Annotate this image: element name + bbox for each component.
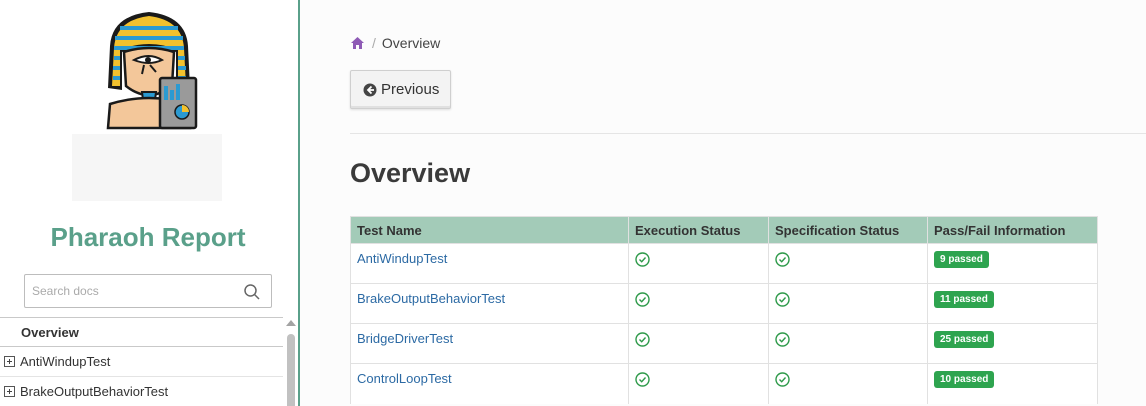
pharaoh-logo [106, 12, 198, 130]
table-row: AntiWindupTest 9 passed [350, 243, 1098, 274]
sidebar-item-label: AntiWindupTest [20, 354, 111, 369]
breadcrumb: / Overview [350, 35, 440, 51]
specification-status-cell [768, 363, 928, 394]
search-input[interactable] [25, 275, 235, 307]
arrow-circle-left-icon [363, 83, 377, 96]
specification-status-cell [768, 323, 928, 354]
specification-status-cell [768, 283, 928, 314]
check-circle-icon [635, 252, 650, 267]
breadcrumb-separator: / [372, 35, 376, 51]
project-name[interactable]: Pharaoh Report [0, 222, 296, 253]
sidebar-item-brakeoutputbehaviortest[interactable]: BrakeOutputBehaviorTest [0, 377, 283, 406]
search-box[interactable] [24, 274, 272, 308]
table-header-row: Test Name Execution Status Specification… [350, 216, 1098, 244]
passed-badge: 25 passed [934, 330, 995, 348]
sidebar-scrollbar[interactable] [285, 318, 297, 406]
passed-badge: 9 passed [934, 250, 989, 268]
check-circle-icon [635, 292, 650, 307]
test-link[interactable]: BridgeDriverTest [357, 331, 453, 346]
test-link[interactable]: AntiWindupTest [357, 251, 447, 266]
sidebar-item-antiwinduptest[interactable]: AntiWindupTest [0, 347, 283, 377]
logo-placeholder [72, 134, 222, 201]
row-spacer [350, 273, 1098, 284]
row-spacer [350, 393, 1098, 404]
pass-fail-cell: 9 passed [927, 243, 1098, 274]
sidebar-nav: Overview AntiWindupTest BrakeOutputBehav… [0, 317, 283, 406]
test-name-cell: BridgeDriverTest [350, 323, 629, 354]
row-spacer [350, 313, 1098, 324]
check-circle-icon [775, 372, 790, 387]
sidebar-item-label: Overview [21, 325, 79, 340]
column-header-execution-status: Execution Status [628, 216, 769, 244]
check-circle-icon [775, 252, 790, 267]
check-circle-icon [635, 372, 650, 387]
overview-table: Test Name Execution Status Specification… [350, 216, 1098, 404]
breadcrumb-current: Overview [381, 35, 441, 51]
main-content: / Overview Previous Overview Test Name E… [302, 0, 1146, 406]
table-row: ControlLoopTest 10 passed [350, 363, 1098, 394]
sidebar: Pharaoh Report Overview AntiWindupTest B… [0, 0, 300, 406]
divider [350, 133, 1146, 134]
pass-fail-cell: 10 passed [927, 363, 1098, 394]
search-icon[interactable] [243, 283, 261, 301]
passed-badge: 10 passed [934, 370, 995, 388]
execution-status-cell [628, 323, 769, 354]
specification-status-cell [768, 243, 928, 274]
expand-plus-icon[interactable] [4, 356, 15, 367]
check-circle-icon [635, 332, 650, 347]
check-circle-icon [775, 292, 790, 307]
pass-fail-cell: 11 passed [927, 283, 1098, 314]
scroll-up-arrow-icon[interactable] [286, 320, 296, 326]
table-row: BrakeOutputBehaviorTest 11 passed [350, 283, 1098, 314]
test-name-cell: AntiWindupTest [350, 243, 629, 274]
test-link[interactable]: BrakeOutputBehaviorTest [357, 291, 505, 306]
home-icon[interactable] [350, 36, 365, 50]
sidebar-item-overview[interactable]: Overview [0, 317, 283, 347]
sidebar-item-label: BrakeOutputBehaviorTest [20, 384, 169, 399]
expand-plus-icon[interactable] [4, 386, 15, 397]
pass-fail-cell: 25 passed [927, 323, 1098, 354]
check-circle-icon [775, 332, 790, 347]
column-header-pass-fail: Pass/Fail Information [927, 216, 1098, 244]
execution-status-cell [628, 363, 769, 394]
previous-button-label: Previous [381, 81, 440, 98]
column-header-specification-status: Specification Status [768, 216, 928, 244]
passed-badge: 11 passed [934, 290, 994, 308]
table-row: BridgeDriverTest 25 passed [350, 323, 1098, 354]
test-name-cell: ControlLoopTest [350, 363, 629, 394]
test-link[interactable]: ControlLoopTest [357, 371, 452, 386]
execution-status-cell [628, 243, 769, 274]
previous-button[interactable]: Previous [350, 70, 451, 109]
page-title: Overview [350, 158, 471, 188]
column-header-test-name: Test Name [350, 216, 629, 244]
row-spacer [350, 353, 1098, 364]
scroll-thumb[interactable] [287, 334, 295, 406]
test-name-cell: BrakeOutputBehaviorTest [350, 283, 629, 314]
execution-status-cell [628, 283, 769, 314]
